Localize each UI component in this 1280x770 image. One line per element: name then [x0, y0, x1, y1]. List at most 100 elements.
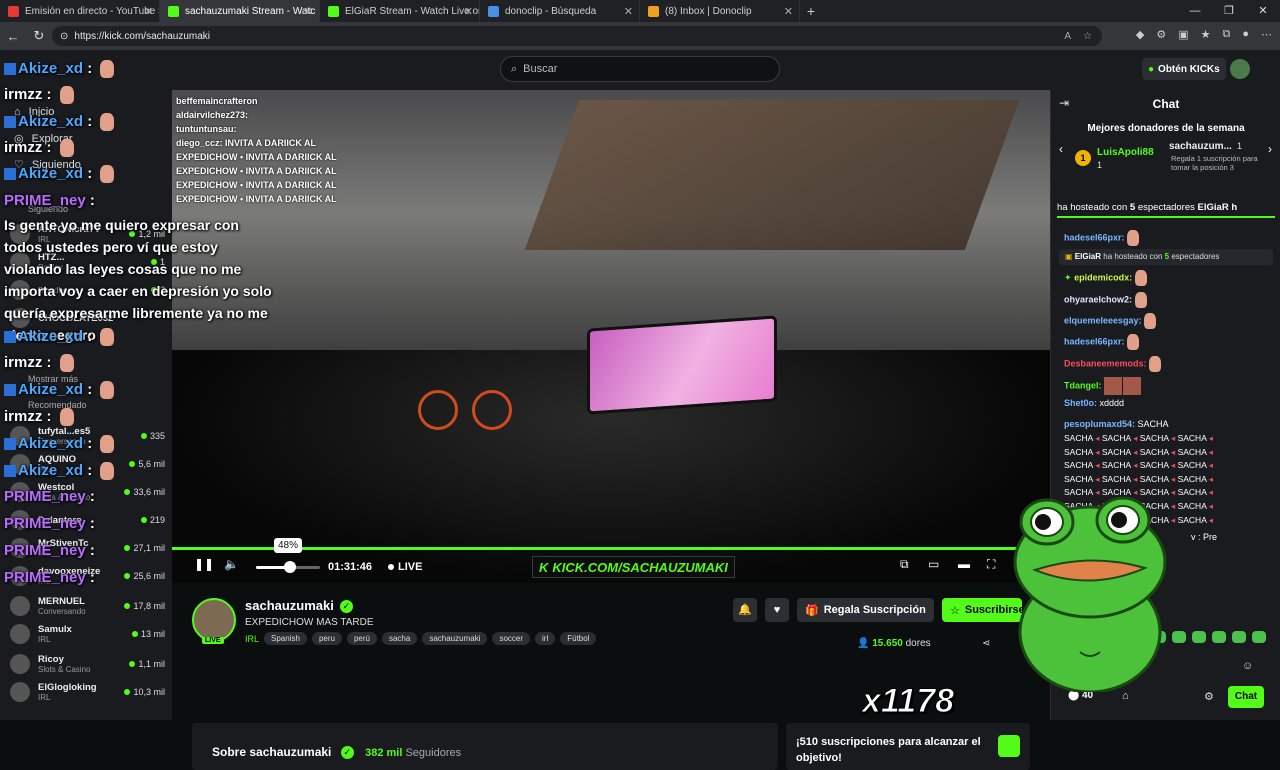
emote-icon[interactable]	[1212, 631, 1226, 643]
fullscreen-icon[interactable]: ⛶	[987, 557, 995, 572]
star-icon: ☆	[950, 604, 960, 617]
pointing-emote-icon: ◂	[1095, 433, 1100, 443]
browser-tab[interactable]: (8) Inbox | Donoclip ✕	[640, 0, 800, 22]
donor-count: 1	[1097, 160, 1103, 170]
collections-icon[interactable]: ⧉	[1222, 28, 1230, 41]
chat-message: Tdangel:	[1064, 377, 1142, 395]
chat-message: pesoplumaxd54: SACHA	[1064, 419, 1169, 429]
profile-icon[interactable]: ●	[1242, 28, 1249, 41]
hand-emote-icon	[59, 139, 74, 158]
twitch-badge-icon	[4, 331, 16, 344]
emote-icon[interactable]	[1192, 631, 1206, 643]
channel-name: Ricoy	[38, 654, 64, 665]
frog-emote-overlay	[1013, 496, 1167, 692]
host-banner: ha hosteado con 5 espectadores ElGiaR h	[1057, 202, 1238, 213]
browser-tab[interactable]: sachauzumaki Stream - Watc ✕	[160, 0, 320, 22]
browser-tab[interactable]: donoclip - Búsqueda ✕	[480, 0, 640, 22]
volume-knob[interactable]	[284, 561, 296, 573]
search-icon: ⌕	[511, 62, 518, 75]
browser-tab[interactable]: Emisión en directo - YouTube Stu ✕	[0, 0, 160, 22]
kick-logo-icon: ●	[1148, 63, 1155, 75]
tag-chip[interactable]: irl	[535, 632, 556, 645]
theater-icon[interactable]: ▬	[958, 557, 970, 571]
search-input[interactable]: ⌕ Buscar	[500, 56, 780, 82]
overlay-chat-line: Akize_xd :	[4, 381, 115, 400]
tab-close-icon[interactable]: ✕	[784, 5, 793, 18]
split-icon[interactable]: ▣	[1178, 28, 1188, 41]
donor-name-2[interactable]: sachauzum...	[1169, 141, 1232, 152]
tab-close-icon[interactable]: ✕	[304, 5, 313, 18]
donor-count-2: 1	[1237, 141, 1243, 151]
sub-goal-panel: ¡510 suscripciones para alcanzar el obje…	[786, 723, 1030, 770]
tag-chip[interactable]: peru	[311, 632, 342, 645]
url-field[interactable]: ⊙ https://kick.com/sachauzumaki A ☆	[52, 26, 1102, 46]
get-kicks-button[interactable]: ● Obtén KICKs	[1142, 58, 1226, 80]
tab-favicon-icon	[488, 5, 499, 17]
tab-label: (8) Inbox | Donoclip	[665, 5, 752, 17]
progress-bar[interactable]	[172, 547, 1050, 550]
pip-icon[interactable]: ⧉	[900, 557, 909, 572]
tag-chip[interactable]: sachauzumaki	[422, 632, 488, 645]
back-icon[interactable]: ←	[0, 29, 26, 44]
browser-tab[interactable]: ElGiaR Stream - Watch Live on Ki✕	[320, 0, 480, 22]
tab-label: sachauzumaki Stream - Watc	[185, 5, 316, 17]
clip-icon[interactable]: ▭	[928, 557, 939, 571]
emoji-picker-icon[interactable]: ☺	[1242, 660, 1253, 672]
hand-emote-icon	[1134, 270, 1147, 286]
sidebar-channel[interactable]: ElGlogloking IRL 10,3 mil	[10, 678, 165, 706]
tag-chip[interactable]: perú	[346, 632, 377, 645]
maximize-button[interactable]: ❐	[1212, 0, 1246, 22]
donor-name[interactable]: LuisApoli88	[1097, 147, 1154, 158]
site-info-icon[interactable]: ⊙	[60, 31, 68, 42]
goal-action-button[interactable]	[998, 735, 1020, 757]
combo-counter: x1178	[861, 682, 955, 721]
tag-chip[interactable]: Fútbol	[560, 632, 597, 645]
sidebar-channel[interactable]: Ricoy Slots & Casino 1,1 mil	[10, 650, 165, 678]
new-tab-button[interactable]: +	[800, 3, 822, 19]
hand-emote-icon	[1134, 292, 1147, 308]
hand-emote-icon	[100, 462, 115, 481]
user-avatar[interactable]	[1230, 59, 1250, 79]
about-title: Sobre sachauzumaki ✓ 382 mil Seguidores	[212, 745, 462, 760]
pointing-emote-icon: ◂	[1208, 473, 1214, 484]
address-bar: ← ↻ ⊙ https://kick.com/sachauzumaki A ☆ …	[0, 22, 1280, 50]
live-indicator: LIVE	[388, 561, 422, 573]
donor-hint: Regala 1 suscripción para tomar la posic…	[1171, 154, 1258, 172]
tab-close-icon[interactable]: ✕	[624, 5, 633, 18]
twitch-badge-icon	[4, 116, 16, 129]
tag-chip[interactable]: soccer	[492, 632, 531, 645]
pointing-emote-icon: ◂	[1133, 446, 1138, 457]
follow-heart-button[interactable]: ♥	[765, 598, 789, 622]
close-window-button[interactable]: ✕	[1246, 0, 1280, 22]
favorites-icon[interactable]: ★	[1201, 28, 1211, 41]
gift-sub-button[interactable]: 🎁 Regala Suscripción	[797, 598, 934, 622]
emote-icon[interactable]	[1252, 631, 1266, 643]
share-icon[interactable]: ⋖	[982, 638, 990, 649]
video-player[interactable]: beffemaincrafteron aldairvilchez273: tuntu…	[172, 90, 1050, 583]
channel-info: LIVE sachauzumaki ✓ EXPEDICHOW MAS TARDE …	[172, 593, 1050, 673]
hand-emote-icon	[1149, 356, 1162, 372]
emote-icon[interactable]	[1232, 631, 1246, 643]
pointing-emote-icon: ◂	[1170, 460, 1176, 471]
puzzle-icon[interactable]: ⚙	[1156, 28, 1166, 41]
hand-emote-icon	[1127, 334, 1140, 350]
chat-title: Chat	[1152, 97, 1180, 111]
tag-chip[interactable]: sacha	[381, 632, 418, 645]
pointing-emote-icon: ◂	[1208, 433, 1214, 443]
extension-icon[interactable]: ◆	[1136, 28, 1144, 41]
reload-icon[interactable]: ↻	[26, 28, 52, 44]
chat-settings-icon[interactable]: ⚙	[1204, 690, 1214, 703]
tab-favicon-icon	[8, 5, 19, 17]
read-aloud-icon[interactable]: A	[1064, 31, 1071, 42]
favorite-star-icon[interactable]: ☆	[1083, 31, 1092, 42]
minimize-button[interactable]: —	[1178, 0, 1212, 22]
more-icon[interactable]: ⋯	[1261, 28, 1272, 41]
chat-send-button[interactable]: Chat	[1228, 686, 1264, 708]
tab-close-icon[interactable]: ✕	[464, 5, 473, 18]
face-emote-icon	[1104, 377, 1123, 395]
tab-label: ElGiaR Stream - Watch Live on Ki	[345, 5, 479, 17]
hand-emote-icon	[100, 381, 115, 400]
tab-close-icon[interactable]: ✕	[144, 5, 153, 18]
notification-bell-button[interactable]: 🔔	[733, 598, 757, 622]
hand-emote-icon	[100, 435, 115, 454]
